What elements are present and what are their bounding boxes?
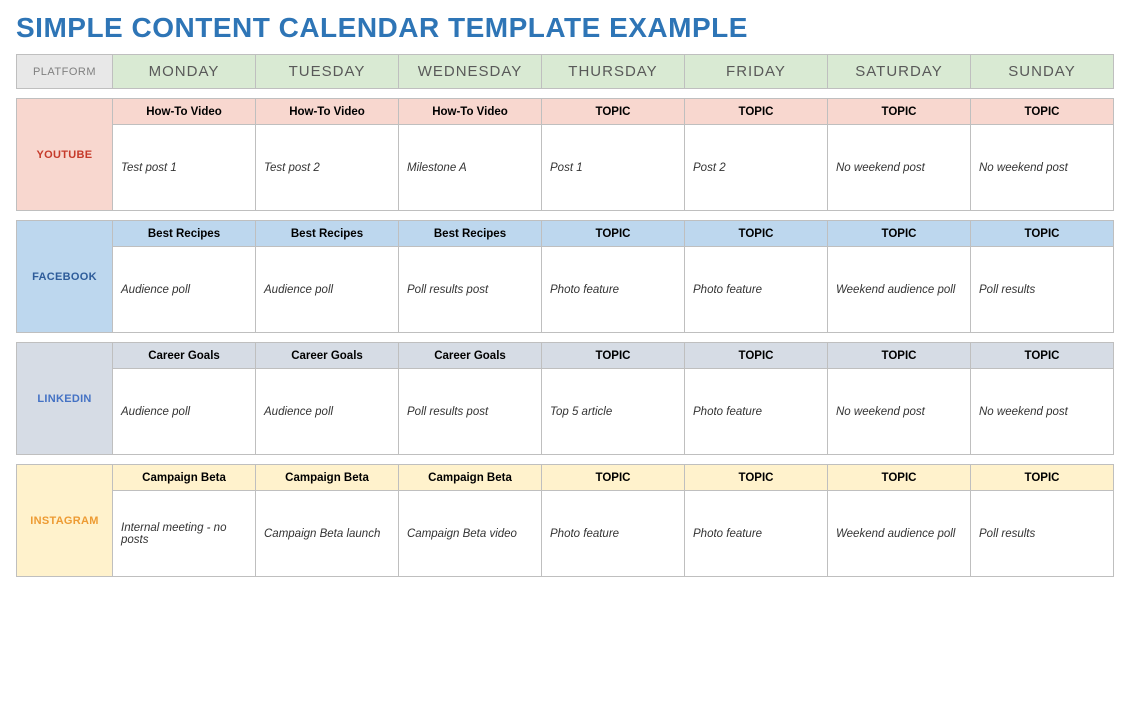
platform-label-facebook: FACEBOOK [17, 221, 113, 333]
topic-cell: TOPIC [685, 99, 828, 125]
content-cell: Post 2 [685, 125, 828, 211]
content-cell: Audience poll [256, 247, 399, 333]
content-cell: Test post 2 [256, 125, 399, 211]
topic-cell: TOPIC [542, 221, 685, 247]
day-header: SUNDAY [971, 55, 1114, 89]
content-cell: Milestone A [399, 125, 542, 211]
topic-cell: Career Goals [113, 343, 256, 369]
platform-topic-row: FACEBOOKBest RecipesBest RecipesBest Rec… [17, 221, 1114, 247]
content-cell: No weekend post [828, 125, 971, 211]
topic-cell: TOPIC [828, 465, 971, 491]
content-cell: Campaign Beta video [399, 491, 542, 577]
content-cell: Poll results [971, 247, 1114, 333]
calendar-table: PLATFORM MONDAY TUESDAY WEDNESDAY THURSD… [16, 54, 1114, 577]
content-cell: No weekend post [828, 369, 971, 455]
content-cell: Poll results [971, 491, 1114, 577]
content-cell: Campaign Beta launch [256, 491, 399, 577]
platform-content-row: Audience pollAudience pollPoll results p… [17, 369, 1114, 455]
content-cell: Audience poll [113, 247, 256, 333]
content-cell: Photo feature [542, 247, 685, 333]
topic-cell: Career Goals [399, 343, 542, 369]
platform-content-row: Test post 1Test post 2Milestone APost 1P… [17, 125, 1114, 211]
topic-cell: TOPIC [542, 343, 685, 369]
platform-label-youtube: YOUTUBE [17, 99, 113, 211]
content-cell: Test post 1 [113, 125, 256, 211]
content-cell: Photo feature [685, 247, 828, 333]
topic-cell: TOPIC [542, 99, 685, 125]
topic-cell: TOPIC [685, 465, 828, 491]
topic-cell: TOPIC [828, 343, 971, 369]
content-cell: Poll results post [399, 247, 542, 333]
topic-cell: TOPIC [542, 465, 685, 491]
day-header: TUESDAY [256, 55, 399, 89]
platform-content-row: Internal meeting - no postsCampaign Beta… [17, 491, 1114, 577]
topic-cell: TOPIC [971, 465, 1114, 491]
content-cell: Photo feature [685, 369, 828, 455]
topic-cell: Best Recipes [399, 221, 542, 247]
topic-cell: TOPIC [685, 343, 828, 369]
content-cell: Audience poll [113, 369, 256, 455]
topic-cell: TOPIC [828, 99, 971, 125]
platform-topic-row: INSTAGRAMCampaign BetaCampaign BetaCampa… [17, 465, 1114, 491]
topic-cell: How-To Video [256, 99, 399, 125]
content-cell: Photo feature [542, 491, 685, 577]
content-cell: Photo feature [685, 491, 828, 577]
platform-label-linkedin: LINKEDIN [17, 343, 113, 455]
platform-topic-row: YOUTUBEHow-To VideoHow-To VideoHow-To Vi… [17, 99, 1114, 125]
topic-cell: Best Recipes [256, 221, 399, 247]
platform-content-row: Audience pollAudience pollPoll results p… [17, 247, 1114, 333]
content-cell: No weekend post [971, 125, 1114, 211]
topic-cell: TOPIC [685, 221, 828, 247]
platform-label-instagram: INSTAGRAM [17, 465, 113, 577]
content-cell: Weekend audience poll [828, 247, 971, 333]
day-header: WEDNESDAY [399, 55, 542, 89]
content-cell: Audience poll [256, 369, 399, 455]
content-cell: No weekend post [971, 369, 1114, 455]
topic-cell: Campaign Beta [399, 465, 542, 491]
topic-cell: Campaign Beta [256, 465, 399, 491]
content-cell: Poll results post [399, 369, 542, 455]
topic-cell: Best Recipes [113, 221, 256, 247]
topic-cell: Campaign Beta [113, 465, 256, 491]
platform-topic-row: LINKEDINCareer GoalsCareer GoalsCareer G… [17, 343, 1114, 369]
page-title: SIMPLE CONTENT CALENDAR TEMPLATE EXAMPLE [16, 12, 1112, 44]
content-cell: Top 5 article [542, 369, 685, 455]
corner-label: PLATFORM [17, 55, 113, 89]
day-header: MONDAY [113, 55, 256, 89]
content-cell: Post 1 [542, 125, 685, 211]
day-header: SATURDAY [828, 55, 971, 89]
topic-cell: TOPIC [828, 221, 971, 247]
day-header: FRIDAY [685, 55, 828, 89]
day-header: THURSDAY [542, 55, 685, 89]
topic-cell: Career Goals [256, 343, 399, 369]
content-cell: Internal meeting - no posts [113, 491, 256, 577]
topic-cell: TOPIC [971, 221, 1114, 247]
topic-cell: TOPIC [971, 343, 1114, 369]
content-cell: Weekend audience poll [828, 491, 971, 577]
topic-cell: How-To Video [399, 99, 542, 125]
topic-cell: TOPIC [971, 99, 1114, 125]
topic-cell: How-To Video [113, 99, 256, 125]
header-row: PLATFORM MONDAY TUESDAY WEDNESDAY THURSD… [17, 55, 1114, 89]
